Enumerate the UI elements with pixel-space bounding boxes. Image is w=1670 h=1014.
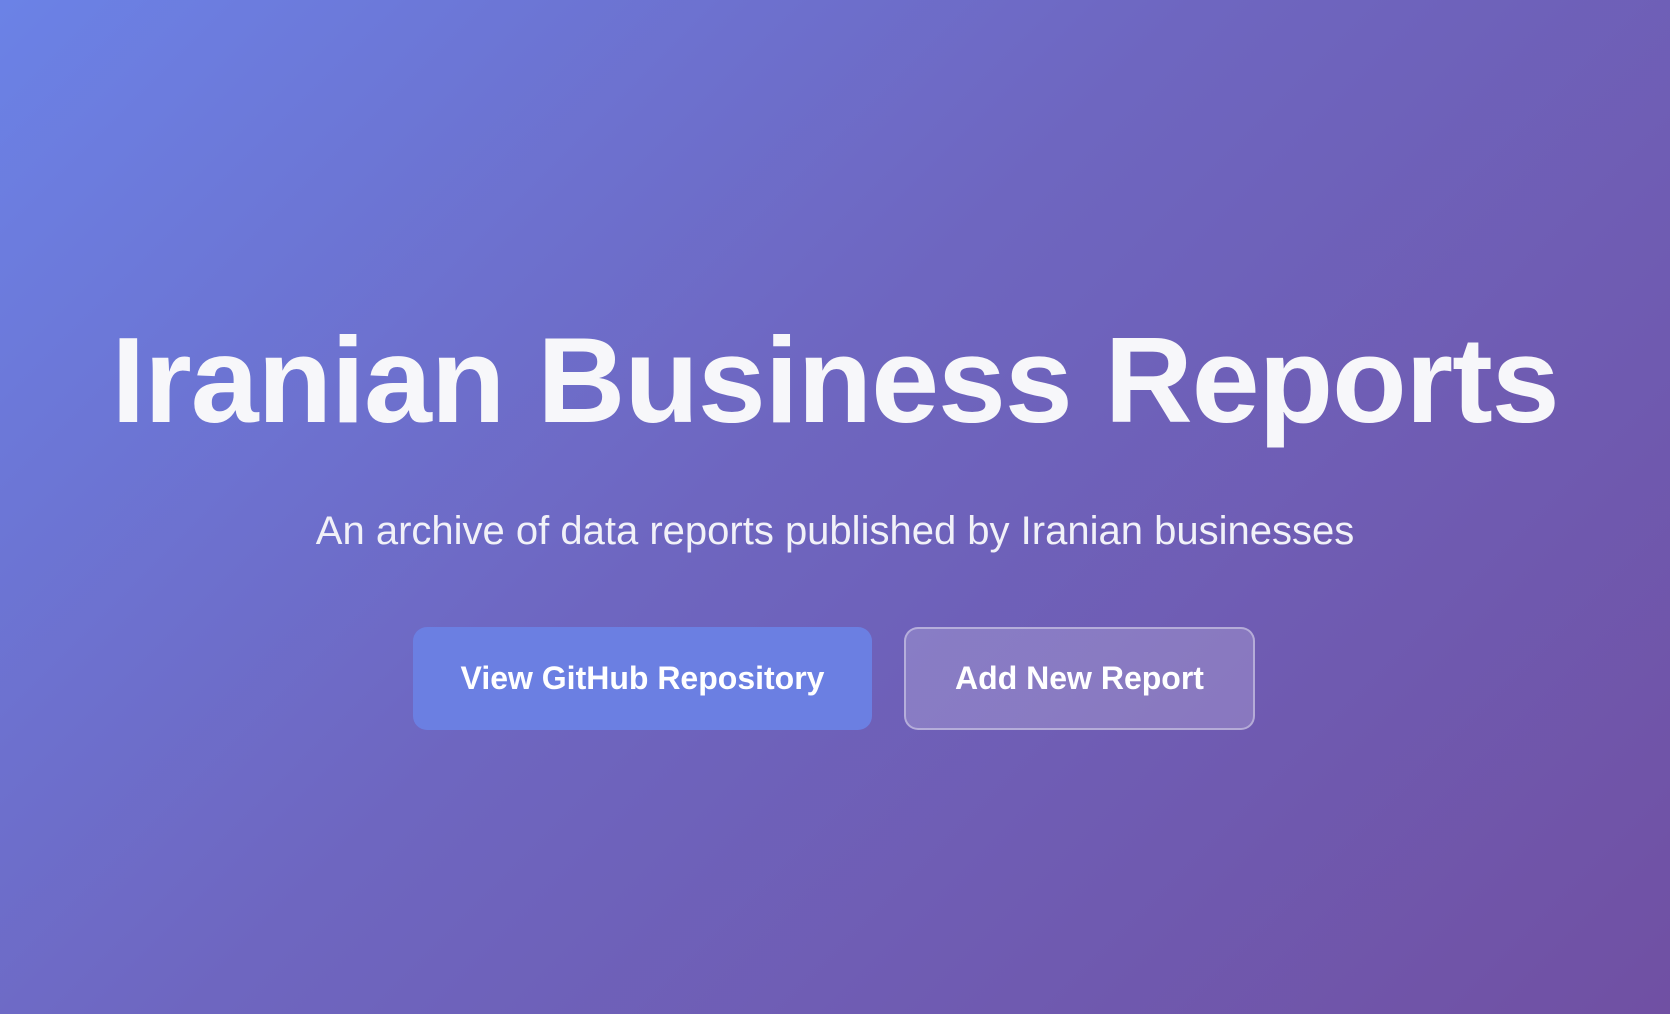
view-github-repository-button[interactable]: View GitHub Repository	[413, 627, 872, 730]
hero-section: Iranian Business Reports An archive of d…	[0, 0, 1670, 1014]
page-title: Iranian Business Reports	[111, 312, 1559, 448]
add-new-report-button[interactable]: Add New Report	[904, 627, 1255, 730]
page-subtitle: An archive of data reports published by …	[315, 509, 1355, 553]
